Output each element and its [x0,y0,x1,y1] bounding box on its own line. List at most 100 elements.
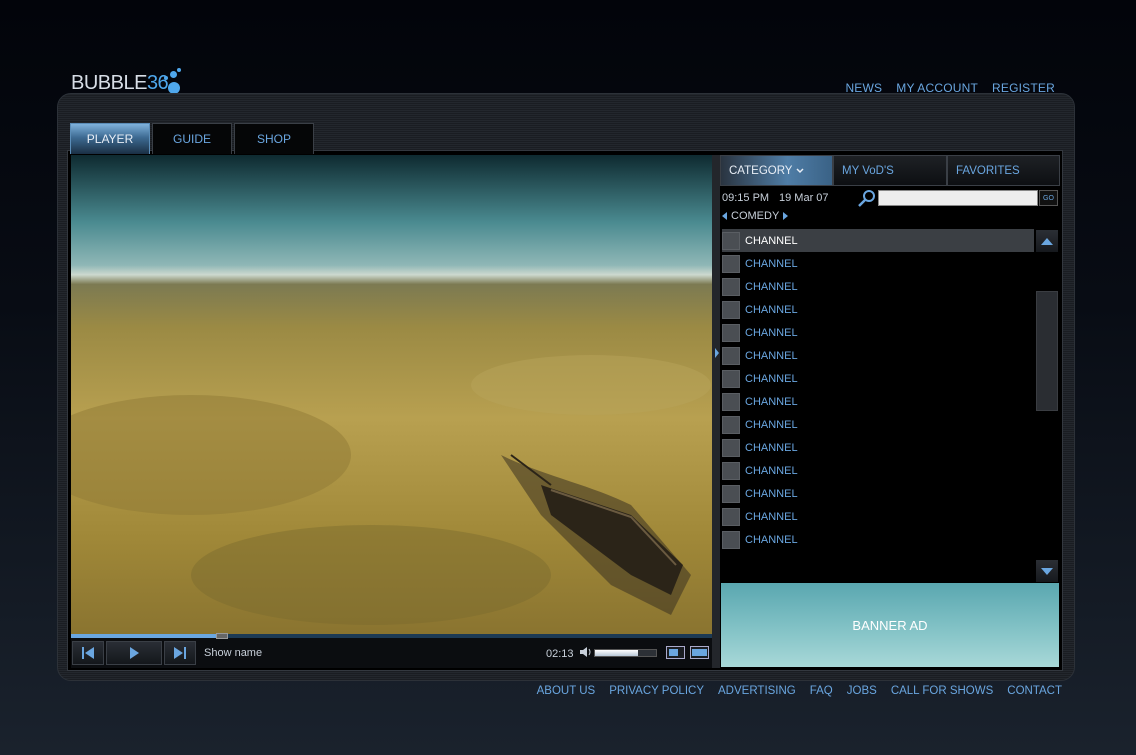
footer-privacy-policy-link[interactable]: PRIVACY POLICY [609,685,704,697]
previous-button[interactable] [72,641,104,665]
channel-name: CHANNEL [745,257,798,270]
footer-call-for-shows-link[interactable]: CALL FOR SHOWS [891,685,993,697]
channel-row[interactable]: CHANNEL [722,321,1034,344]
scrollbar-thumb[interactable] [1036,291,1058,411]
volume-icon[interactable] [579,646,592,658]
next-category-icon[interactable] [783,212,789,220]
channel-name: CHANNEL [745,372,798,385]
show-name: Show name [204,647,263,659]
channel-name: CHANNEL [745,441,798,454]
channel-thumbnail [722,323,740,342]
bubbles-icon [164,66,182,94]
main-tabs: PLAYER GUIDE SHOP [70,123,314,154]
small-view-button[interactable] [666,646,685,659]
channel-name: CHANNEL [745,464,798,477]
channel-row[interactable]: CHANNEL [722,298,1034,321]
play-icon [130,647,139,659]
category-navigator: COMEDY [722,210,789,222]
footer-contact-link[interactable]: CONTACT [1007,685,1062,697]
channel-name: CHANNEL [745,395,798,408]
current-time: 09:15 PM [722,192,770,204]
progress-handle[interactable] [216,633,229,639]
prev-category-icon[interactable] [722,212,727,220]
progress-track[interactable] [71,633,712,639]
channel-thumbnail [722,461,740,480]
video-player[interactable] [71,155,712,634]
chevron-down-icon [796,167,805,173]
search-icon[interactable] [857,188,877,208]
channel-row[interactable]: CHANNEL [722,252,1034,275]
player-controls: Show name 02:13 [71,633,712,668]
channel-row[interactable]: CHANNEL [722,367,1034,390]
arrow-up-icon [1041,237,1053,245]
footer-advertising-link[interactable]: ADVERTISING [718,685,796,697]
search-input[interactable] [878,190,1038,206]
banner-ad[interactable]: BANNER AD [721,583,1059,667]
channel-name: CHANNEL [745,303,798,316]
tab-guide[interactable]: GUIDE [152,123,232,154]
channel-row[interactable]: CHANNEL [722,436,1034,459]
scroll-down-button[interactable] [1036,560,1058,582]
channel-row[interactable]: CHANNEL [722,505,1034,528]
panel-collapse-handle[interactable] [712,155,720,668]
channel-row[interactable]: CHANNEL [722,229,1034,252]
channel-row[interactable]: CHANNEL [722,459,1034,482]
footer-faq-link[interactable]: FAQ [810,685,833,697]
progress-fill [71,634,219,638]
channel-thumbnail [722,438,740,457]
playback-time: 02:13 [546,648,574,660]
channel-name: CHANNEL [745,280,798,293]
channel-name: CHANNEL [745,326,798,339]
channel-row[interactable]: CHANNEL [722,275,1034,298]
current-date: 19 Mar 07 [779,192,829,204]
panel-tabs: CATEGORY MY VoD'S FAVORITES [720,155,1060,186]
channel-row[interactable]: CHANNEL [722,413,1034,436]
channel-name: CHANNEL [745,418,798,431]
next-button[interactable] [164,641,196,665]
footer-nav: ABOUT US PRIVACY POLICY ADVERTISING FAQ … [537,685,1062,697]
go-button[interactable]: GO [1039,190,1058,206]
tab-my-vods[interactable]: MY VoD'S [833,155,947,186]
channel-name: CHANNEL [745,349,798,362]
play-button[interactable] [106,641,162,665]
channel-row[interactable]: CHANNEL [722,482,1034,505]
channel-thumbnail [722,346,740,365]
channel-name: CHANNEL [745,510,798,523]
volume-level [595,650,638,656]
scroll-up-button[interactable] [1036,230,1058,252]
channel-thumbnail [722,369,740,388]
category-label: COMEDY [731,210,780,222]
footer-about-us-link[interactable]: ABOUT US [537,685,596,697]
volume-slider[interactable] [594,649,657,657]
channel-name: CHANNEL [745,533,798,546]
tab-category[interactable]: CATEGORY [720,155,833,186]
small-view-icon [669,649,678,656]
channel-thumbnail [722,300,740,319]
channel-thumbnail [722,277,740,296]
footer-jobs-link[interactable]: JOBS [847,685,877,697]
tab-favorites[interactable]: FAVORITES [947,155,1060,186]
skip-forward-icon [174,647,186,659]
channel-thumbnail [722,507,740,526]
fullscreen-button[interactable] [690,646,709,659]
logo-word: BUBBLE [71,72,147,94]
guide-panel: CATEGORY MY VoD'S FAVORITES 09:15 PM 19 … [720,155,1060,668]
arrow-down-icon [1041,567,1053,575]
channel-thumbnail [722,231,740,250]
channel-row[interactable]: CHANNEL [722,344,1034,367]
channel-thumbnail [722,484,740,503]
channel-thumbnail [722,254,740,273]
fullscreen-icon [692,649,707,656]
channel-name: CHANNEL [745,234,798,247]
logo[interactable]: BUBBLE 36 [71,66,182,94]
channel-thumbnail [722,392,740,411]
channel-row[interactable]: CHANNEL [722,528,1034,551]
video-frame-image [71,355,711,625]
tab-category-label: CATEGORY [729,164,793,177]
channel-thumbnail [722,415,740,434]
channel-row[interactable]: CHANNEL [722,390,1034,413]
tab-player[interactable]: PLAYER [70,123,150,154]
channel-list: CHANNEL CHANNEL CHANNEL CHANNEL CHANNEL CHANN… [722,229,1034,551]
tab-shop[interactable]: SHOP [234,123,314,154]
skip-back-icon [82,647,94,659]
